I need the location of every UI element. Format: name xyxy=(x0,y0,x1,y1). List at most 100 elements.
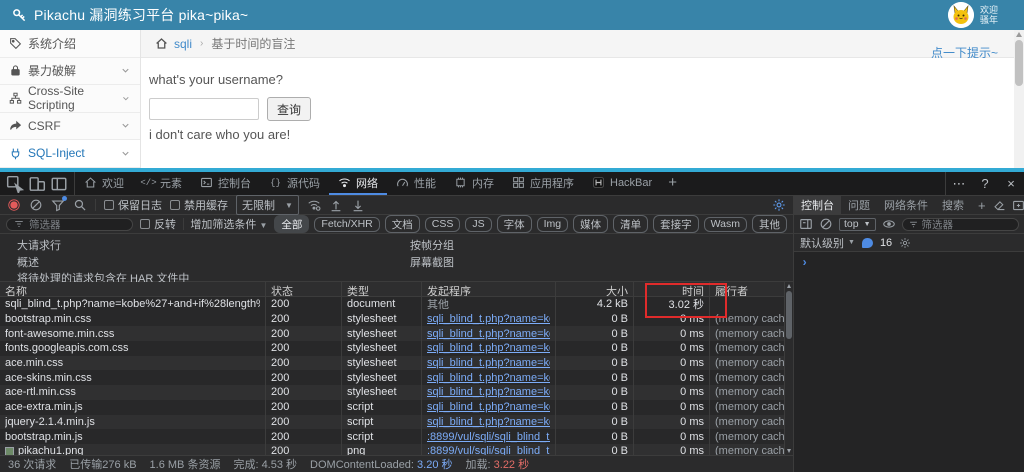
log-level-select[interactable]: 默认级别▼ xyxy=(800,235,855,251)
devtools-tab--[interactable]: 性能 xyxy=(387,172,445,195)
table-row[interactable]: jquery-2.1.4.min.js200scriptsqli_blind_t… xyxy=(0,415,785,430)
table-row[interactable]: ace.min.css200stylesheetsqli_blind_t.php… xyxy=(0,356,785,371)
drawer-tab--[interactable]: 搜索 xyxy=(935,196,971,214)
devtools-tab--[interactable]: 控制台 xyxy=(191,172,260,195)
sidebar-item--[interactable]: 暴力破解 xyxy=(0,58,140,86)
more-options-icon[interactable]: ⋯ xyxy=(946,176,972,192)
filter-chip-wasm[interactable]: Wasm xyxy=(704,217,747,232)
sidebar-item-csrf[interactable]: CSRF xyxy=(0,113,140,141)
initiator-link[interactable]: sqli_blind_t.php?name=kobe%2 xyxy=(427,313,550,325)
disable-cache-checkbox[interactable]: 禁用缓存 xyxy=(170,197,228,213)
filter-chip-img[interactable]: Img xyxy=(537,217,569,232)
eye-icon[interactable] xyxy=(882,217,896,231)
throttling-select[interactable]: 无限制▼ xyxy=(236,195,299,215)
search-icon[interactable] xyxy=(73,198,87,212)
table-row[interactable]: ace-rtl.min.css200stylesheetsqli_blind_t… xyxy=(0,385,785,400)
messages-bubble-icon[interactable] xyxy=(862,238,873,248)
drawer-tab--[interactable]: 网络条件 xyxy=(877,196,935,214)
initiator-link[interactable]: sqli_blind_t.php?name=kobe%2 xyxy=(427,401,550,413)
drawer-tab--[interactable]: 控制台 xyxy=(794,196,841,214)
filter-chip--[interactable]: 字体 xyxy=(497,215,532,233)
option-checkbox-概述[interactable]: 概述 xyxy=(12,254,39,270)
table-row[interactable]: pikachu1.png200png:8899/vul/sqli/sqli_bl… xyxy=(0,444,785,455)
initiator-link[interactable]: sqli_blind_t.php?name=kobe%2 xyxy=(427,357,550,369)
devtools-tab-hackbar[interactable]: HackBar xyxy=(583,172,661,195)
column-header-名称[interactable]: 名称 xyxy=(0,282,266,296)
filter-chip--[interactable]: 文档 xyxy=(385,215,420,233)
device-toolbar-icon[interactable] xyxy=(26,175,48,193)
initiator-link[interactable]: sqli_blind_t.php?name=kobe%2 xyxy=(427,416,550,428)
username-input[interactable] xyxy=(149,98,259,120)
column-header-类型[interactable]: 类型 xyxy=(342,282,422,296)
devtools-tab--[interactable]: 网络 xyxy=(329,172,387,195)
network-conditions-icon[interactable] xyxy=(307,198,321,212)
clear-icon[interactable] xyxy=(29,198,43,212)
invert-checkbox[interactable]: 反转 xyxy=(140,216,176,232)
filter-chip--[interactable]: 套接字 xyxy=(653,215,699,233)
table-row[interactable]: bootstrap.min.js200script:8899/vul/sqli/… xyxy=(0,429,785,444)
filter-chip--[interactable]: 媒体 xyxy=(573,215,608,233)
table-row[interactable]: bootstrap.min.css200stylesheetsqli_blind… xyxy=(0,312,785,327)
table-row[interactable]: sqli_blind_t.php?name=kobe%27+and+if%28l… xyxy=(0,297,785,312)
initiator-link[interactable]: sqli_blind_t.php?name=kobe%2 xyxy=(427,386,550,398)
network-settings-gear-icon[interactable] xyxy=(772,198,786,212)
devtools-tab--[interactable]: </>元素 xyxy=(133,172,191,195)
filter-chip--[interactable]: 清单 xyxy=(613,215,648,233)
table-row[interactable]: ace-skins.min.css200stylesheetsqli_blind… xyxy=(0,370,785,385)
page-scrollbar[interactable] xyxy=(1014,30,1024,168)
more-filters-button[interactable]: 增加筛选条件 ▼ xyxy=(190,216,267,232)
more-tabs-button[interactable]: + xyxy=(661,172,684,195)
filter-chip-js[interactable]: JS xyxy=(465,217,491,232)
record-icon[interactable] xyxy=(7,198,21,212)
column-header-时间[interactable]: 时间 xyxy=(634,282,710,296)
sidebar-item-sql-inject[interactable]: SQL-Inject xyxy=(0,140,140,168)
export-har-icon[interactable] xyxy=(351,198,365,212)
scroll-up-arrow[interactable] xyxy=(787,284,791,288)
context-selector[interactable]: top▼ xyxy=(839,218,876,231)
expand-panel-icon[interactable] xyxy=(1012,199,1024,212)
table-row[interactable]: ace-extra.min.js200scriptsqli_blind_t.ph… xyxy=(0,400,785,415)
table-scrollbar[interactable] xyxy=(785,282,793,455)
filter-chip--[interactable]: 全部 xyxy=(274,215,309,233)
initiator-link[interactable]: :8899/vul/sqli/sqli_blind_t.ph xyxy=(427,431,550,443)
column-header-履行者[interactable]: 履行者 xyxy=(710,282,785,296)
filter-icon[interactable] xyxy=(51,198,65,212)
option-checkbox-屏幕截图[interactable]: 屏幕截图 xyxy=(405,254,454,270)
devtools-tab--[interactable]: {}源代码 xyxy=(260,172,329,195)
filter-chip-fetch-xhr[interactable]: Fetch/XHR xyxy=(314,217,379,232)
sidebar-item--[interactable]: 系统介绍 xyxy=(0,30,140,58)
network-filter-input[interactable]: 筛选器 xyxy=(6,218,133,231)
filter-chip--[interactable]: 其他 xyxy=(752,215,787,233)
query-button[interactable]: 查询 xyxy=(267,97,311,121)
activity-bar-icon[interactable] xyxy=(48,175,70,193)
option-checkbox-按帧分组[interactable]: 按帧分组 xyxy=(405,237,454,253)
scroll-down-arrow[interactable] xyxy=(787,449,791,453)
devtools-tab--[interactable]: 内存 xyxy=(445,172,503,195)
column-header-发起程序[interactable]: 发起程序 xyxy=(422,282,556,296)
scroll-up-arrow[interactable] xyxy=(1016,32,1022,37)
clear-console-icon[interactable] xyxy=(819,217,833,231)
initiator-link[interactable]: sqli_blind_t.php?name=kobe%2 xyxy=(427,372,550,384)
devtools-tab--[interactable]: 欢迎 xyxy=(75,172,133,195)
home-icon[interactable] xyxy=(155,37,168,50)
eraser-icon[interactable] xyxy=(993,199,1006,212)
filter-chip-css[interactable]: CSS xyxy=(425,217,461,232)
console-prompt[interactable]: › xyxy=(794,252,1024,274)
inspect-icon[interactable] xyxy=(4,175,26,193)
console-filter-input[interactable]: 筛选器 xyxy=(902,218,1019,231)
import-har-icon[interactable] xyxy=(329,198,343,212)
table-row[interactable]: fonts.googleapis.com.css200stylesheetsql… xyxy=(0,341,785,356)
drawer-tab--[interactable]: 问题 xyxy=(841,196,877,214)
close-icon[interactable]: × xyxy=(998,176,1024,191)
preserve-log-checkbox[interactable]: 保留日志 xyxy=(104,197,162,213)
column-header-状态[interactable]: 状态 xyxy=(266,282,342,296)
scrollbar-thumb[interactable] xyxy=(786,291,792,339)
sidebar-item-cross-site-scripting[interactable]: Cross-Site Scripting xyxy=(0,85,140,113)
breadcrumb-section-link[interactable]: sqli xyxy=(174,37,192,51)
option-checkbox-大请求行[interactable]: 大请求行 xyxy=(12,237,61,253)
scrollbar-thumb[interactable] xyxy=(1015,40,1023,86)
column-header-大小[interactable]: 大小 xyxy=(556,282,634,296)
help-icon[interactable]: ? xyxy=(972,176,998,191)
devtools-tab--[interactable]: 应用程序 xyxy=(503,172,583,195)
initiator-link[interactable]: :8899/vul/sqli/sqli_blind_t.ph xyxy=(427,445,550,455)
